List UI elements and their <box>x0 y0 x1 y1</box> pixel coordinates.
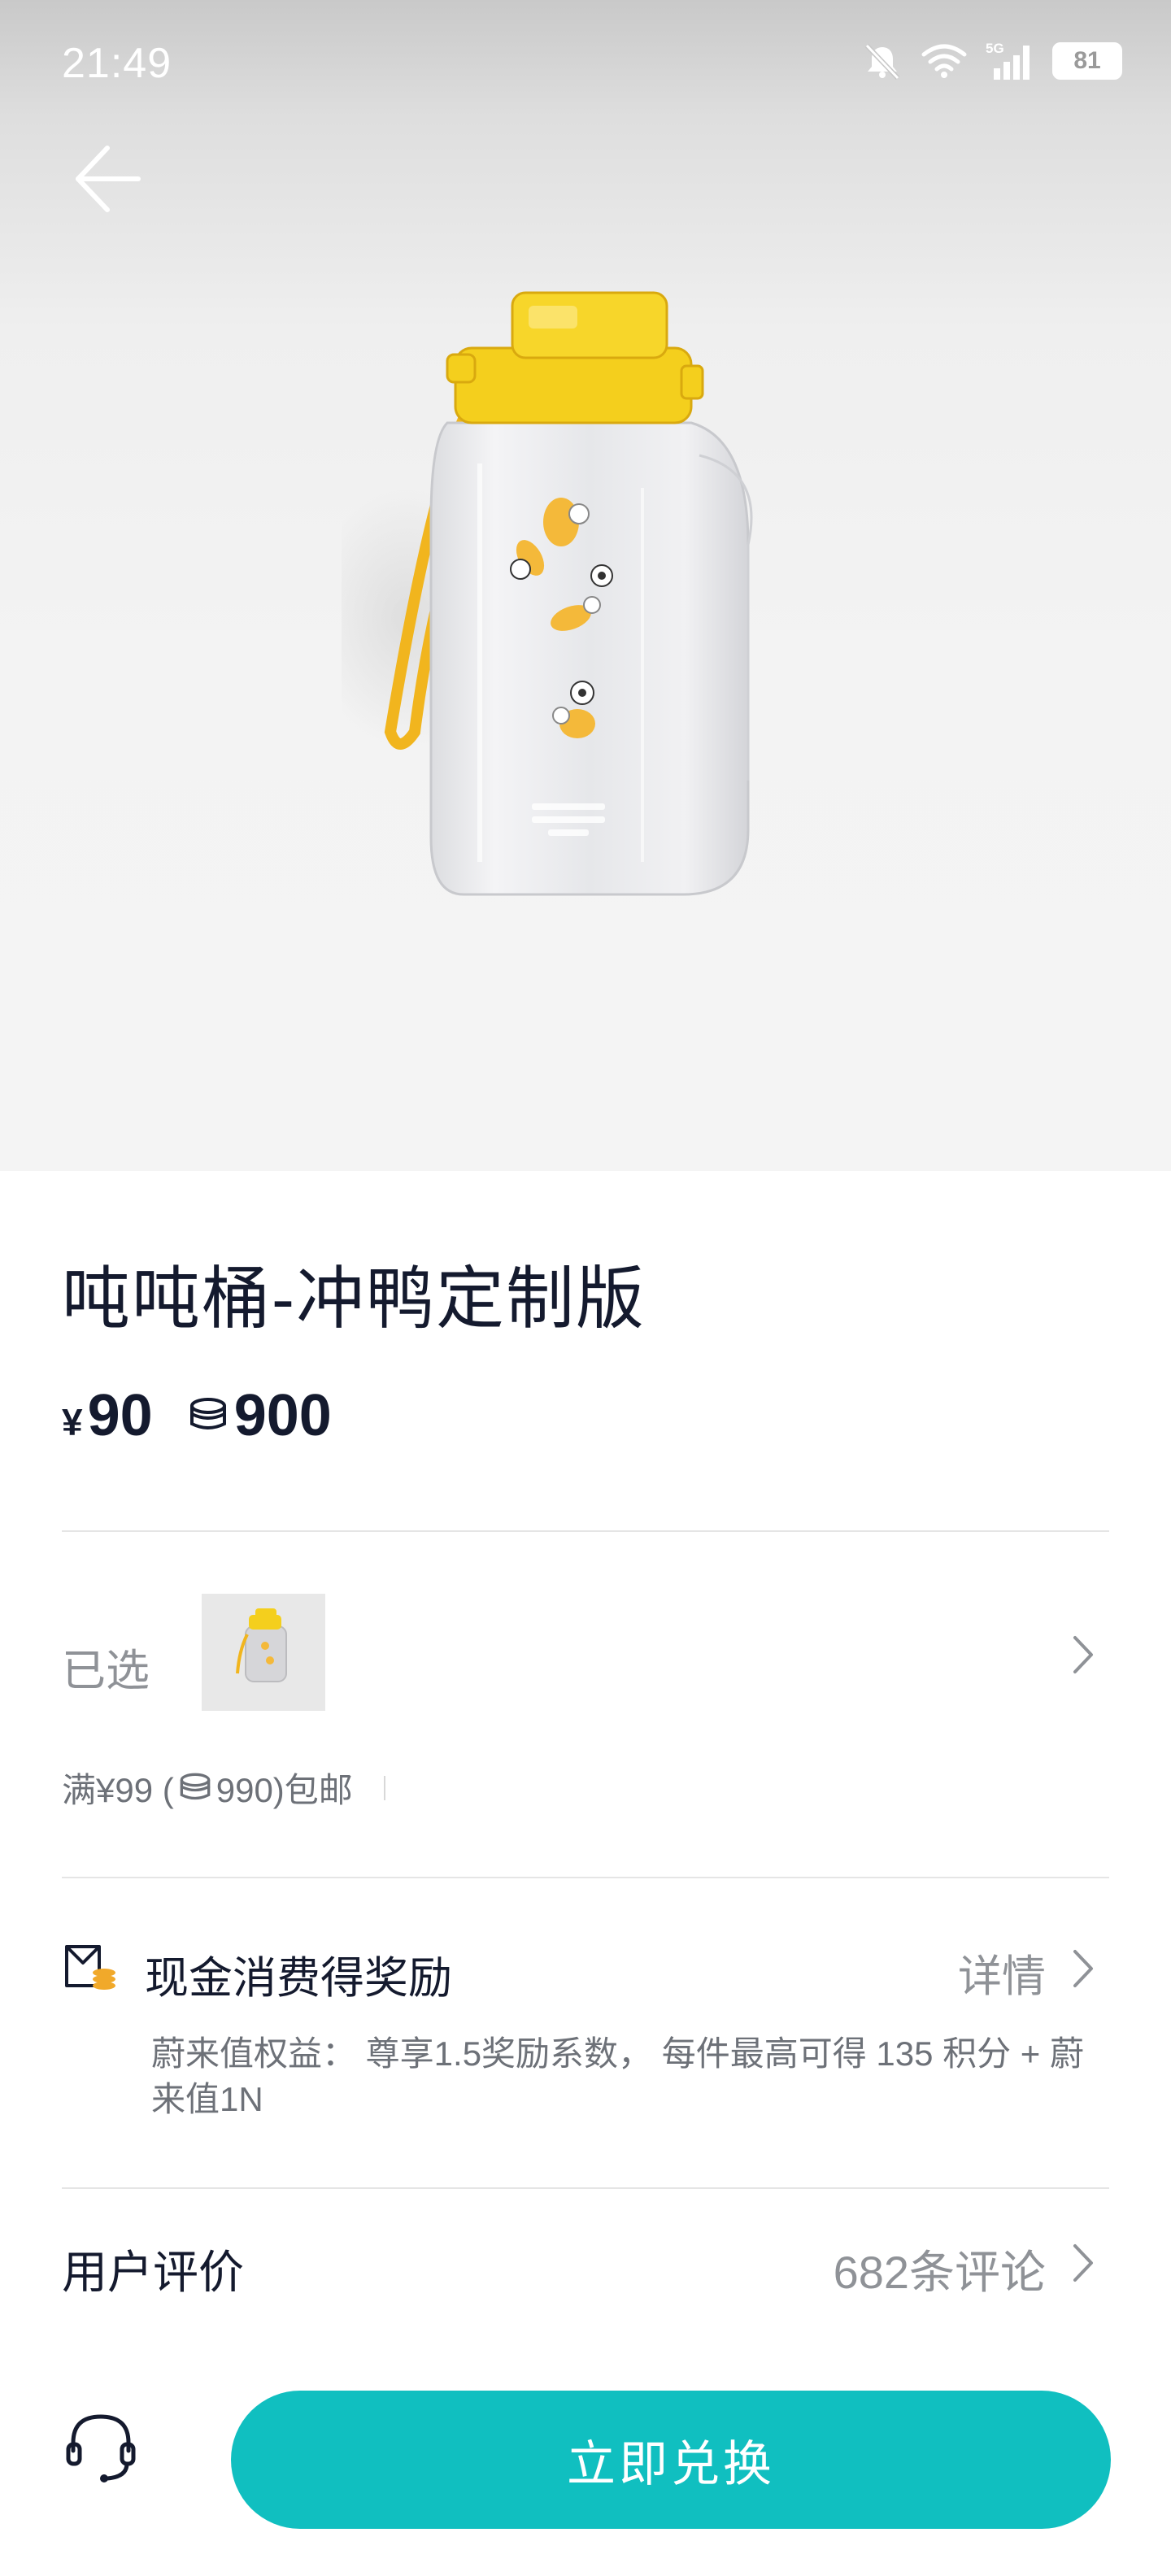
selected-label: 已选 <box>62 1647 150 1695</box>
wifi-icon <box>921 44 967 78</box>
reviews-title: 用户评价 <box>62 2247 244 2298</box>
battery-indicator: 81 <box>1052 42 1122 80</box>
chevron-right-icon <box>1073 2244 1093 2282</box>
points-coin-icon <box>189 1398 226 1429</box>
shipping-info: 满¥99 ( 990)包邮 <box>62 1763 385 1812</box>
reward-description: 蔚来值权益： 尊享1.5奖励系数， 每件最高可得 135 积分 + 蔚来值1N <box>151 2034 1085 2118</box>
divider <box>62 1877 1109 1878</box>
bottom-action-bar: 立即兑换 <box>0 2374 1171 2537</box>
divider <box>62 1530 1109 1532</box>
signal-icon: 5G <box>986 41 1030 80</box>
back-arrow-icon[interactable] <box>70 138 151 220</box>
points-value: 900 <box>233 1383 332 1448</box>
divider <box>62 2187 1109 2189</box>
product-title: 吨吨桶-冲鸭定制版 <box>62 1260 646 1337</box>
battery-level: 81 <box>1073 47 1101 74</box>
price-value: 90 <box>87 1383 153 1448</box>
status-bar: 21:49 5G 81 <box>0 0 1171 122</box>
divider <box>383 1775 385 1800</box>
chevron-right-icon <box>1073 1636 1093 1673</box>
status-icons: 5G 81 <box>862 41 1122 81</box>
status-time: 21:49 <box>62 40 172 87</box>
chevron-right-icon[interactable] <box>1070 1948 1095 1989</box>
reward-details-link[interactable]: 详情 <box>958 1940 1046 2004</box>
price-row: ¥ 90 900 <box>62 1382 332 1449</box>
product-hero-image: 21:49 5G 81 <box>0 0 1171 1171</box>
selected-variant-row[interactable]: 已选 <box>62 1594 1109 1716</box>
customer-service-headset-icon[interactable] <box>62 2407 140 2485</box>
svg-text:5G: 5G <box>986 41 1004 56</box>
mute-icon <box>864 43 900 80</box>
shipping-text: 满¥99 ( <box>62 1771 174 1809</box>
wallet-coins-icon <box>65 1945 115 1990</box>
reviews-count: 682条评论 <box>833 2247 1046 2298</box>
redeem-now-button[interactable]: 立即兑换 <box>231 2391 1111 2529</box>
reward-title: 现金消费得奖励 <box>145 1954 452 2003</box>
shipping-points-text: 990)包邮 <box>215 1771 353 1809</box>
variant-thumbnail <box>202 1594 325 1711</box>
user-reviews-row[interactable]: 用户评价 682条评论 <box>62 2226 1109 2308</box>
water-bottle-product-image <box>342 291 753 896</box>
currency-symbol: ¥ <box>62 1401 83 1443</box>
points-coin-icon <box>180 1773 211 1799</box>
